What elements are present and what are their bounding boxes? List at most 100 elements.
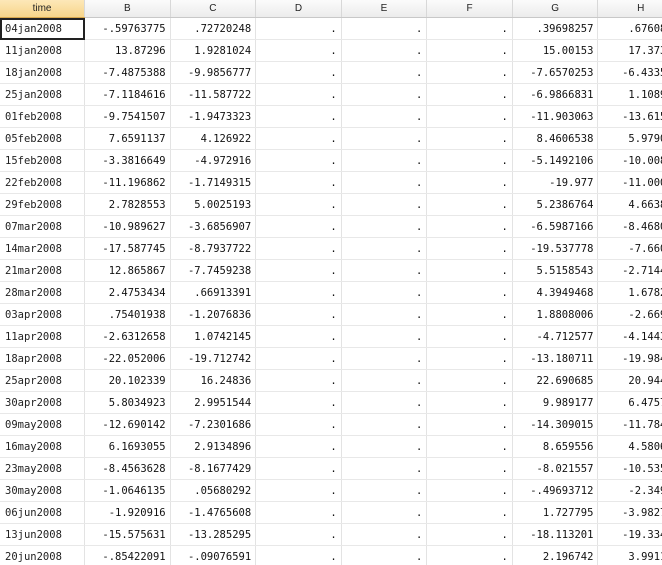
- data-cell[interactable]: 6.1693055: [84, 435, 171, 458]
- date-cell[interactable]: 04jan2008: [0, 17, 86, 40]
- data-cell[interactable]: .: [426, 391, 513, 414]
- data-cell[interactable]: .: [341, 259, 428, 282]
- data-cell[interactable]: .: [426, 61, 513, 84]
- data-cell[interactable]: .: [341, 457, 428, 480]
- column-header-time[interactable]: time: [0, 0, 86, 18]
- data-cell[interactable]: -6.5987166: [512, 215, 599, 238]
- data-cell[interactable]: -13.285295: [170, 523, 257, 546]
- data-cell[interactable]: -10.989627: [84, 215, 171, 238]
- data-cell[interactable]: 15.00153: [512, 39, 599, 62]
- data-cell[interactable]: .: [426, 435, 513, 458]
- data-cell[interactable]: 16.24836: [170, 369, 257, 392]
- data-cell[interactable]: 17.37353: [597, 39, 662, 62]
- data-cell[interactable]: -11.00062: [597, 171, 662, 194]
- data-cell[interactable]: .: [255, 39, 342, 62]
- date-cell[interactable]: 07mar2008: [0, 215, 86, 238]
- data-cell[interactable]: 2.196742: [512, 545, 599, 565]
- data-cell[interactable]: .: [255, 369, 342, 392]
- data-cell[interactable]: 20.94461: [597, 369, 662, 392]
- data-cell[interactable]: .: [341, 501, 428, 524]
- date-cell[interactable]: 25jan2008: [0, 83, 86, 106]
- data-cell[interactable]: .: [341, 237, 428, 260]
- data-cell[interactable]: .: [255, 391, 342, 414]
- data-cell[interactable]: -.49693712: [512, 479, 599, 502]
- data-cell[interactable]: -19.977: [512, 171, 599, 194]
- data-cell[interactable]: .: [426, 347, 513, 370]
- date-cell[interactable]: 11jan2008: [0, 39, 86, 62]
- data-cell[interactable]: -10.53564: [597, 457, 662, 480]
- data-cell[interactable]: .: [255, 105, 342, 128]
- data-cell[interactable]: -7.6570253: [512, 61, 599, 84]
- data-cell[interactable]: .: [341, 303, 428, 326]
- data-cell[interactable]: -19.537778: [512, 237, 599, 260]
- data-cell[interactable]: .: [426, 479, 513, 502]
- data-cell[interactable]: -6.433507: [597, 61, 662, 84]
- data-cell[interactable]: .: [341, 149, 428, 172]
- data-cell[interactable]: -7.4875388: [84, 61, 171, 84]
- data-cell[interactable]: .: [426, 237, 513, 260]
- data-cell[interactable]: -6.9866831: [512, 83, 599, 106]
- data-cell[interactable]: .6760899: [597, 17, 662, 40]
- date-cell[interactable]: 30apr2008: [0, 391, 86, 414]
- data-cell[interactable]: -7.7459238: [170, 259, 257, 282]
- data-cell[interactable]: 1.9281024: [170, 39, 257, 62]
- data-cell[interactable]: .: [341, 17, 428, 40]
- date-cell[interactable]: 03apr2008: [0, 303, 86, 326]
- date-cell[interactable]: 21mar2008: [0, 259, 86, 282]
- data-cell[interactable]: .: [341, 171, 428, 194]
- data-cell[interactable]: -3.982766: [597, 501, 662, 524]
- date-cell[interactable]: 29feb2008: [0, 193, 86, 216]
- data-cell[interactable]: -4.144360: [597, 325, 662, 348]
- data-cell[interactable]: .: [255, 215, 342, 238]
- data-cell[interactable]: 1.8808006: [512, 303, 599, 326]
- data-cell[interactable]: -7.2301686: [170, 413, 257, 436]
- data-cell[interactable]: .: [426, 545, 513, 565]
- data-cell[interactable]: 9.989177: [512, 391, 599, 414]
- data-cell[interactable]: .: [426, 215, 513, 238]
- data-cell[interactable]: .: [341, 61, 428, 84]
- data-cell[interactable]: .: [426, 83, 513, 106]
- data-cell[interactable]: -7.1184616: [84, 83, 171, 106]
- data-cell[interactable]: .: [255, 501, 342, 524]
- data-cell[interactable]: 2.7828553: [84, 193, 171, 216]
- data-cell[interactable]: .: [341, 325, 428, 348]
- data-cell[interactable]: 1.108963: [597, 83, 662, 106]
- data-cell[interactable]: 5.8034923: [84, 391, 171, 414]
- column-header-g[interactable]: G: [512, 0, 599, 18]
- data-cell[interactable]: .: [426, 413, 513, 436]
- data-cell[interactable]: -4.712577: [512, 325, 599, 348]
- data-cell[interactable]: -.09076591: [170, 545, 257, 565]
- data-cell[interactable]: -9.7541507: [84, 105, 171, 128]
- date-cell[interactable]: 09may2008: [0, 413, 86, 436]
- data-cell[interactable]: -19.98430: [597, 347, 662, 370]
- data-cell[interactable]: 8.659556: [512, 435, 599, 458]
- data-cell[interactable]: -19.33454: [597, 523, 662, 546]
- data-cell[interactable]: -3.3816649: [84, 149, 171, 172]
- date-cell[interactable]: 16may2008: [0, 435, 86, 458]
- data-cell[interactable]: .: [341, 281, 428, 304]
- data-cell[interactable]: .: [255, 61, 342, 84]
- data-cell[interactable]: 8.4606538: [512, 127, 599, 150]
- data-cell[interactable]: .39698257: [512, 17, 599, 40]
- column-header-f[interactable]: F: [426, 0, 513, 18]
- data-cell[interactable]: -1.0646135: [84, 479, 171, 502]
- data-cell[interactable]: .: [426, 303, 513, 326]
- data-cell[interactable]: .: [341, 83, 428, 106]
- data-cell[interactable]: -15.575631: [84, 523, 171, 546]
- data-cell[interactable]: .: [426, 171, 513, 194]
- data-cell[interactable]: -13.180711: [512, 347, 599, 370]
- date-cell[interactable]: 20jun2008: [0, 545, 86, 565]
- data-cell[interactable]: .: [426, 39, 513, 62]
- data-cell[interactable]: 2.9134896: [170, 435, 257, 458]
- data-cell[interactable]: .: [341, 545, 428, 565]
- data-cell[interactable]: .: [426, 281, 513, 304]
- data-cell[interactable]: 4.126922: [170, 127, 257, 150]
- data-cell[interactable]: 20.102339: [84, 369, 171, 392]
- column-header-d[interactable]: D: [255, 0, 342, 18]
- date-cell[interactable]: 14mar2008: [0, 237, 86, 260]
- data-cell[interactable]: -.85422091: [84, 545, 171, 565]
- data-cell[interactable]: -5.1492106: [512, 149, 599, 172]
- data-cell[interactable]: -3.6856907: [170, 215, 257, 238]
- date-cell[interactable]: 18apr2008: [0, 347, 86, 370]
- data-cell[interactable]: -2.66932: [597, 303, 662, 326]
